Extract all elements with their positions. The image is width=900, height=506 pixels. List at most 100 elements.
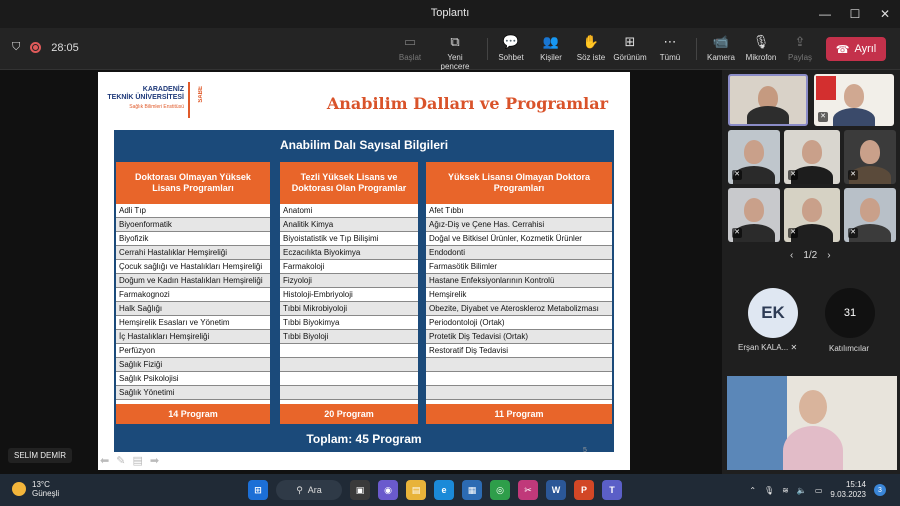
menu-icon[interactable]: ▤ [132, 454, 142, 467]
department-panel: Anabilim Dalı Sayısal Bilgileri Doktoras… [114, 130, 614, 452]
table-row: İç Hastalıkları Hemşireliği [116, 330, 270, 344]
participant-tile[interactable]: ✕ [784, 188, 840, 242]
arrow-left-icon[interactable]: ⬅ [100, 454, 109, 467]
avatar[interactable]: EK [748, 288, 798, 338]
notification-badge[interactable]: 3 [874, 484, 886, 496]
raise-hand-icon: ✋ [582, 34, 600, 49]
chat-button[interactable]: 💬 Sohbet [497, 34, 525, 62]
microphone-button[interactable]: 🎙 Mikrofon [744, 34, 778, 62]
chevron-left-icon[interactable]: ‹ [790, 250, 793, 261]
task-view-icon[interactable]: ▣ [350, 480, 370, 500]
volume-icon[interactable]: 🔈 [797, 486, 807, 495]
participant-video [747, 106, 789, 124]
weather-desc: Güneşli [32, 489, 60, 498]
table-row [280, 344, 418, 358]
table-row: Tıbbi Biyoloji [280, 330, 418, 344]
snipping-tool-icon[interactable]: ✂ [518, 480, 538, 500]
participants-count-button[interactable]: 31 [825, 288, 875, 338]
participant-tile[interactable]: ✕ [814, 74, 894, 126]
maximize-button[interactable]: ☐ [840, 0, 870, 28]
table-row [426, 372, 612, 386]
leave-button[interactable]: ☎ Ayrıl [826, 37, 886, 61]
column-phd-only: Yüksek Lisansı Olmayan Doktora Programla… [426, 162, 612, 424]
participant-tile[interactable] [728, 74, 808, 126]
teams-icon[interactable]: T [602, 480, 622, 500]
powerpoint-icon[interactable]: P [574, 480, 594, 500]
view-icon: ⊞ [624, 34, 636, 49]
search-button[interactable]: ⚲ Ara [276, 480, 342, 500]
participant-tile[interactable]: ✕ [728, 188, 780, 242]
participant-video [860, 140, 880, 164]
weather-widget[interactable]: 13°C Güneşli [12, 480, 59, 498]
flag-icon [816, 76, 836, 100]
table-row: Obezite, Diyabet ve Ateroskleroz Metabol… [426, 302, 612, 316]
table-row: Afet Tıbbı [426, 204, 612, 218]
file-explorer-icon[interactable]: ▤ [406, 480, 426, 500]
new-window-icon: ⧉ [450, 34, 460, 49]
participant-tile[interactable]: ✕ [784, 130, 840, 184]
table-row [280, 358, 418, 372]
title-bar: Toplantı — ☐ ✕ [0, 0, 900, 28]
mic-off-icon: ✕ [848, 228, 858, 238]
table-row: Perfüzyon [116, 344, 270, 358]
column-footer: 11 Program [426, 404, 612, 424]
share-button[interactable]: ⇪ Paylaş [788, 34, 812, 62]
view-button[interactable]: ⊞ Görünüm [612, 34, 648, 62]
table-row: Biyofizik [116, 232, 270, 246]
table-row: Restoratif Diş Tedavisi [426, 344, 612, 358]
mic-off-icon[interactable]: 🎙 [764, 486, 774, 495]
table-row: Hastane Enfeksiyonlarının Kontrolü [426, 274, 612, 288]
pen-icon[interactable]: ✎ [116, 454, 125, 467]
participant-tile[interactable]: ✕ [844, 188, 896, 242]
more-button[interactable]: ⋯ Tümü [658, 34, 682, 62]
edge-browser-icon[interactable]: e [434, 480, 454, 500]
taskbar-apps: ⊞ ⚲ Ara ▣ ◉ ▤ e ▦ ◎ ✂ W P T [248, 480, 622, 500]
participant-video [744, 140, 764, 164]
column-masters-phd: Tezli Yüksek Lisans ve Doktorası Olan Pr… [280, 162, 418, 424]
participant-tile[interactable]: ✕ [728, 130, 780, 184]
start-button[interactable]: ▭ Başlat [398, 34, 422, 62]
clock[interactable]: 15:14 9.03.2023 [830, 480, 866, 500]
window-controls: — ☐ ✕ [810, 0, 900, 28]
table-row: Anatomi [280, 204, 418, 218]
table-row: Biyoistatistik ve Tıp Bilişimi [280, 232, 418, 246]
wifi-icon[interactable]: ≋ [782, 486, 789, 495]
table-row [280, 386, 418, 400]
chat-icon: 💬 [502, 34, 520, 49]
clock-date: 9.03.2023 [830, 490, 866, 499]
column-footer: 14 Program [116, 404, 270, 424]
word-icon[interactable]: W [546, 480, 566, 500]
table-row: Hemşirelik Esasları ve Yönetim [116, 316, 270, 330]
presenter-label: SELİM DEMİR [8, 448, 73, 463]
gallery-pager: ‹ 1/2 › [790, 250, 831, 261]
toolbar-divider [696, 38, 697, 60]
people-button[interactable]: 👥 Kişiler [538, 34, 564, 62]
table-row: Sağlık Yönetimi [116, 386, 270, 400]
new-window-button[interactable]: ⧉ Yeni pencere [432, 34, 478, 71]
slide-nav: ⬅ ✎ ▤ ➡ [100, 454, 159, 467]
participant-tile[interactable]: ✕ [844, 130, 896, 184]
participant-name-text: Erşan KALA... [738, 343, 789, 352]
battery-icon[interactable]: ▭ [815, 486, 823, 495]
chrome-icon[interactable]: ◎ [490, 480, 510, 500]
close-button[interactable]: ✕ [870, 0, 900, 28]
chevron-up-icon[interactable]: ⌃ [749, 486, 756, 495]
raise-hand-button[interactable]: ✋ Söz iste [576, 34, 606, 62]
minimize-button[interactable]: — [810, 0, 840, 28]
start-menu-icon[interactable]: ⊞ [248, 480, 268, 500]
table-row: Cerrahi Hastalıklar Hemşireliği [116, 246, 270, 260]
participant-tile-large[interactable] [727, 376, 897, 470]
mic-off-icon: ✕ [848, 170, 858, 180]
mic-off-icon: ✕ [818, 112, 828, 122]
camera-button[interactable]: 📹 Kamera [706, 34, 736, 62]
store-icon[interactable]: ▦ [462, 480, 482, 500]
participant-video [744, 198, 764, 222]
start-icon: ▭ [403, 34, 417, 49]
arrow-right-icon[interactable]: ➡ [150, 454, 159, 467]
chevron-right-icon[interactable]: › [827, 250, 830, 261]
participants-label: Katılımcılar [829, 344, 870, 353]
column-rows: Adli Tıp Biyoenformatik Biyofizik Cerrah… [116, 204, 270, 400]
chat-app-icon[interactable]: ◉ [378, 480, 398, 500]
participant-video [833, 108, 875, 126]
logo-line-3: Sağlık Bilimleri Enstitüsü [129, 104, 184, 110]
